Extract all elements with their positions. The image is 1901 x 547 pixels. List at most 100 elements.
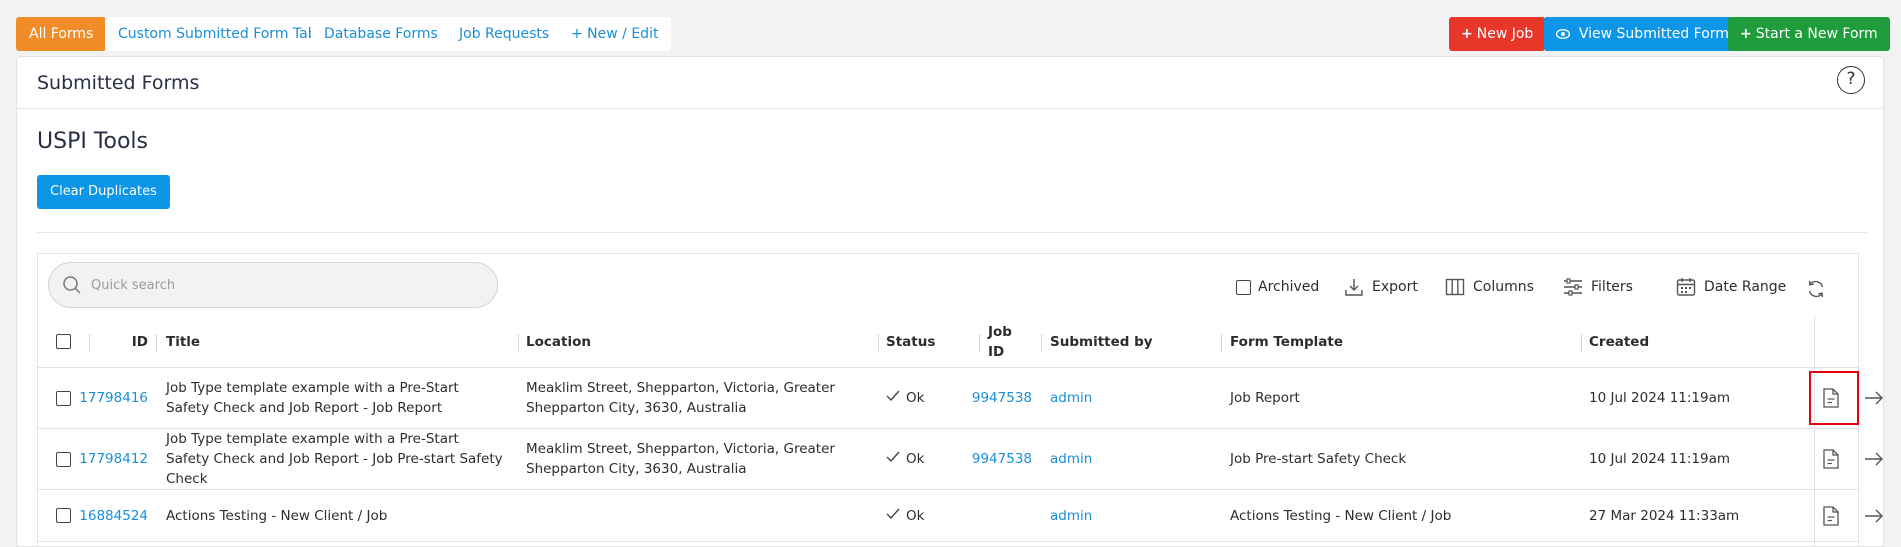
help-icon[interactable]: ? bbox=[1837, 66, 1865, 94]
status-text: Ok bbox=[906, 390, 925, 406]
export-label: Export bbox=[1372, 279, 1418, 295]
table-row[interactable]: 17798412 Job Type template example with … bbox=[38, 429, 1883, 490]
columns-icon bbox=[1445, 278, 1473, 296]
form-template: Actions Testing - New Client / Job bbox=[1230, 507, 1452, 524]
form-location: Meaklim Street, Shepparton, Victoria, Gr… bbox=[526, 441, 835, 477]
tab-new-edit[interactable]: + New / Edit bbox=[558, 17, 672, 51]
plus-icon: + bbox=[1740, 26, 1752, 42]
submitted-by-link[interactable]: admin bbox=[1050, 368, 1092, 428]
filters-button[interactable]: Filters bbox=[1563, 276, 1633, 298]
archived-checkbox[interactable] bbox=[1236, 279, 1251, 295]
select-all-checkbox[interactable] bbox=[56, 316, 71, 367]
submitted-forms-grid: Archived Export Columns Filters Date Ran… bbox=[37, 253, 1883, 547]
status-text: Ok bbox=[906, 507, 925, 524]
view-submitted-forms-button[interactable]: View Submitted Forms bbox=[1544, 17, 1749, 51]
export-button[interactable]: Export bbox=[1344, 276, 1418, 298]
divider bbox=[37, 232, 1867, 233]
created-date: 10 Jul 2024 11:19am bbox=[1589, 451, 1731, 467]
arrow-right-icon[interactable] bbox=[1864, 429, 1884, 489]
column-separator bbox=[1581, 334, 1582, 352]
date-range-label: Date Range bbox=[1704, 279, 1787, 295]
check-icon bbox=[886, 388, 900, 408]
column-separator bbox=[518, 334, 519, 352]
download-icon bbox=[1344, 279, 1372, 296]
job-id-link[interactable]: 9947538 bbox=[972, 429, 1032, 489]
column-separator bbox=[1041, 334, 1042, 352]
form-location bbox=[526, 490, 866, 541]
created-date: 27 Mar 2024 11:33am bbox=[1589, 507, 1740, 524]
page-title: Submitted Forms bbox=[37, 72, 200, 94]
divider bbox=[17, 108, 1883, 109]
row-checkbox[interactable] bbox=[56, 490, 71, 541]
column-separator bbox=[89, 334, 90, 352]
submitted-by-link[interactable]: admin bbox=[1050, 429, 1092, 489]
form-id-link[interactable]: 17798412 bbox=[78, 429, 148, 489]
submitted-by-link[interactable]: admin bbox=[1050, 490, 1092, 541]
arrow-right-icon[interactable] bbox=[1864, 490, 1884, 541]
table-row[interactable]: 16884524 Actions Testing - New Client / … bbox=[38, 490, 1883, 542]
tab-job-requests[interactable]: Job Requests bbox=[446, 17, 563, 51]
filters-label: Filters bbox=[1591, 279, 1633, 295]
clear-duplicates-button[interactable]: Clear Duplicates bbox=[37, 175, 170, 209]
form-id-link[interactable]: 17798416 bbox=[78, 368, 148, 428]
quick-search bbox=[48, 262, 498, 308]
view-submitted-label: View Submitted Forms bbox=[1578, 26, 1737, 42]
column-separator bbox=[979, 334, 980, 352]
header-status[interactable]: Status bbox=[886, 316, 935, 367]
created-date: 10 Jul 2024 11:19am bbox=[1589, 390, 1731, 406]
plus-icon: + bbox=[1461, 26, 1473, 42]
column-separator bbox=[1221, 334, 1222, 352]
form-template: Job Pre-start Safety Check bbox=[1230, 451, 1407, 467]
form-location: Meaklim Street, Shepparton, Victoria, Gr… bbox=[526, 380, 835, 416]
new-job-button[interactable]: + New Job bbox=[1449, 17, 1546, 51]
check-icon bbox=[886, 449, 900, 469]
new-job-label: New Job bbox=[1476, 26, 1534, 42]
columns-label: Columns bbox=[1473, 279, 1534, 295]
header-form-template[interactable]: Form Template bbox=[1230, 316, 1343, 367]
sliders-icon bbox=[1563, 278, 1591, 296]
tab-custom-submitted-form[interactable]: Custom Submitted Form Tab bbox=[105, 17, 330, 51]
form-title: Job Type template example with a Pre-Sta… bbox=[166, 431, 503, 487]
archived-toggle[interactable]: Archived bbox=[1236, 276, 1319, 298]
date-range-button[interactable]: Date Range bbox=[1676, 276, 1786, 298]
table-header: ID Title Location Status Job ID Submitte… bbox=[38, 316, 1858, 368]
check-icon bbox=[886, 506, 900, 526]
form-status: Ok bbox=[886, 368, 924, 428]
refresh-icon[interactable] bbox=[1806, 278, 1834, 300]
section-title: USPI Tools bbox=[37, 129, 149, 154]
archived-label: Archived bbox=[1258, 279, 1320, 295]
column-separator bbox=[156, 334, 157, 352]
header-job-id[interactable]: Job ID bbox=[988, 316, 1032, 367]
table-row[interactable]: 17798416 Job Type template example with … bbox=[38, 368, 1883, 429]
form-title: Job Type template example with a Pre-Sta… bbox=[166, 380, 459, 416]
quick-search-input[interactable] bbox=[91, 263, 481, 307]
job-id-link[interactable]: 9947538 bbox=[972, 368, 1032, 428]
document-icon[interactable] bbox=[1823, 429, 1839, 489]
search-icon bbox=[62, 275, 82, 295]
arrow-right-icon[interactable] bbox=[1864, 368, 1884, 428]
job-id-link[interactable] bbox=[978, 490, 1032, 541]
calendar-icon bbox=[1676, 278, 1704, 296]
form-title: Actions Testing - New Client / Job bbox=[166, 507, 388, 524]
tab-all-forms[interactable]: All Forms bbox=[16, 17, 107, 51]
tab-database-forms[interactable]: Database Forms bbox=[311, 17, 451, 51]
form-id-link[interactable]: 16884524 bbox=[78, 490, 148, 541]
submitted-forms-panel: Submitted Forms ? USPI Tools Clear Dupli… bbox=[16, 56, 1884, 547]
header-submitted-by[interactable]: Submitted by bbox=[1050, 316, 1153, 367]
header-title[interactable]: Title bbox=[166, 316, 200, 367]
form-status: Ok bbox=[886, 429, 924, 489]
header-location[interactable]: Location bbox=[526, 316, 591, 367]
start-new-form-label: Start a New Form bbox=[1755, 26, 1878, 42]
top-navigation: All Forms Custom Submitted Form Tab Data… bbox=[16, 17, 1901, 51]
columns-button[interactable]: Columns bbox=[1445, 276, 1534, 298]
column-separator bbox=[878, 334, 879, 352]
document-icon[interactable] bbox=[1823, 490, 1839, 541]
row-checkbox[interactable] bbox=[56, 368, 71, 428]
form-status: Ok bbox=[886, 490, 924, 541]
form-template: Job Report bbox=[1230, 390, 1300, 406]
header-id[interactable]: ID bbox=[98, 316, 148, 367]
row-checkbox[interactable] bbox=[56, 429, 71, 489]
start-new-form-button[interactable]: + Start a New Form bbox=[1728, 17, 1890, 51]
header-created[interactable]: Created bbox=[1589, 316, 1649, 367]
highlight-box bbox=[1809, 371, 1859, 425]
